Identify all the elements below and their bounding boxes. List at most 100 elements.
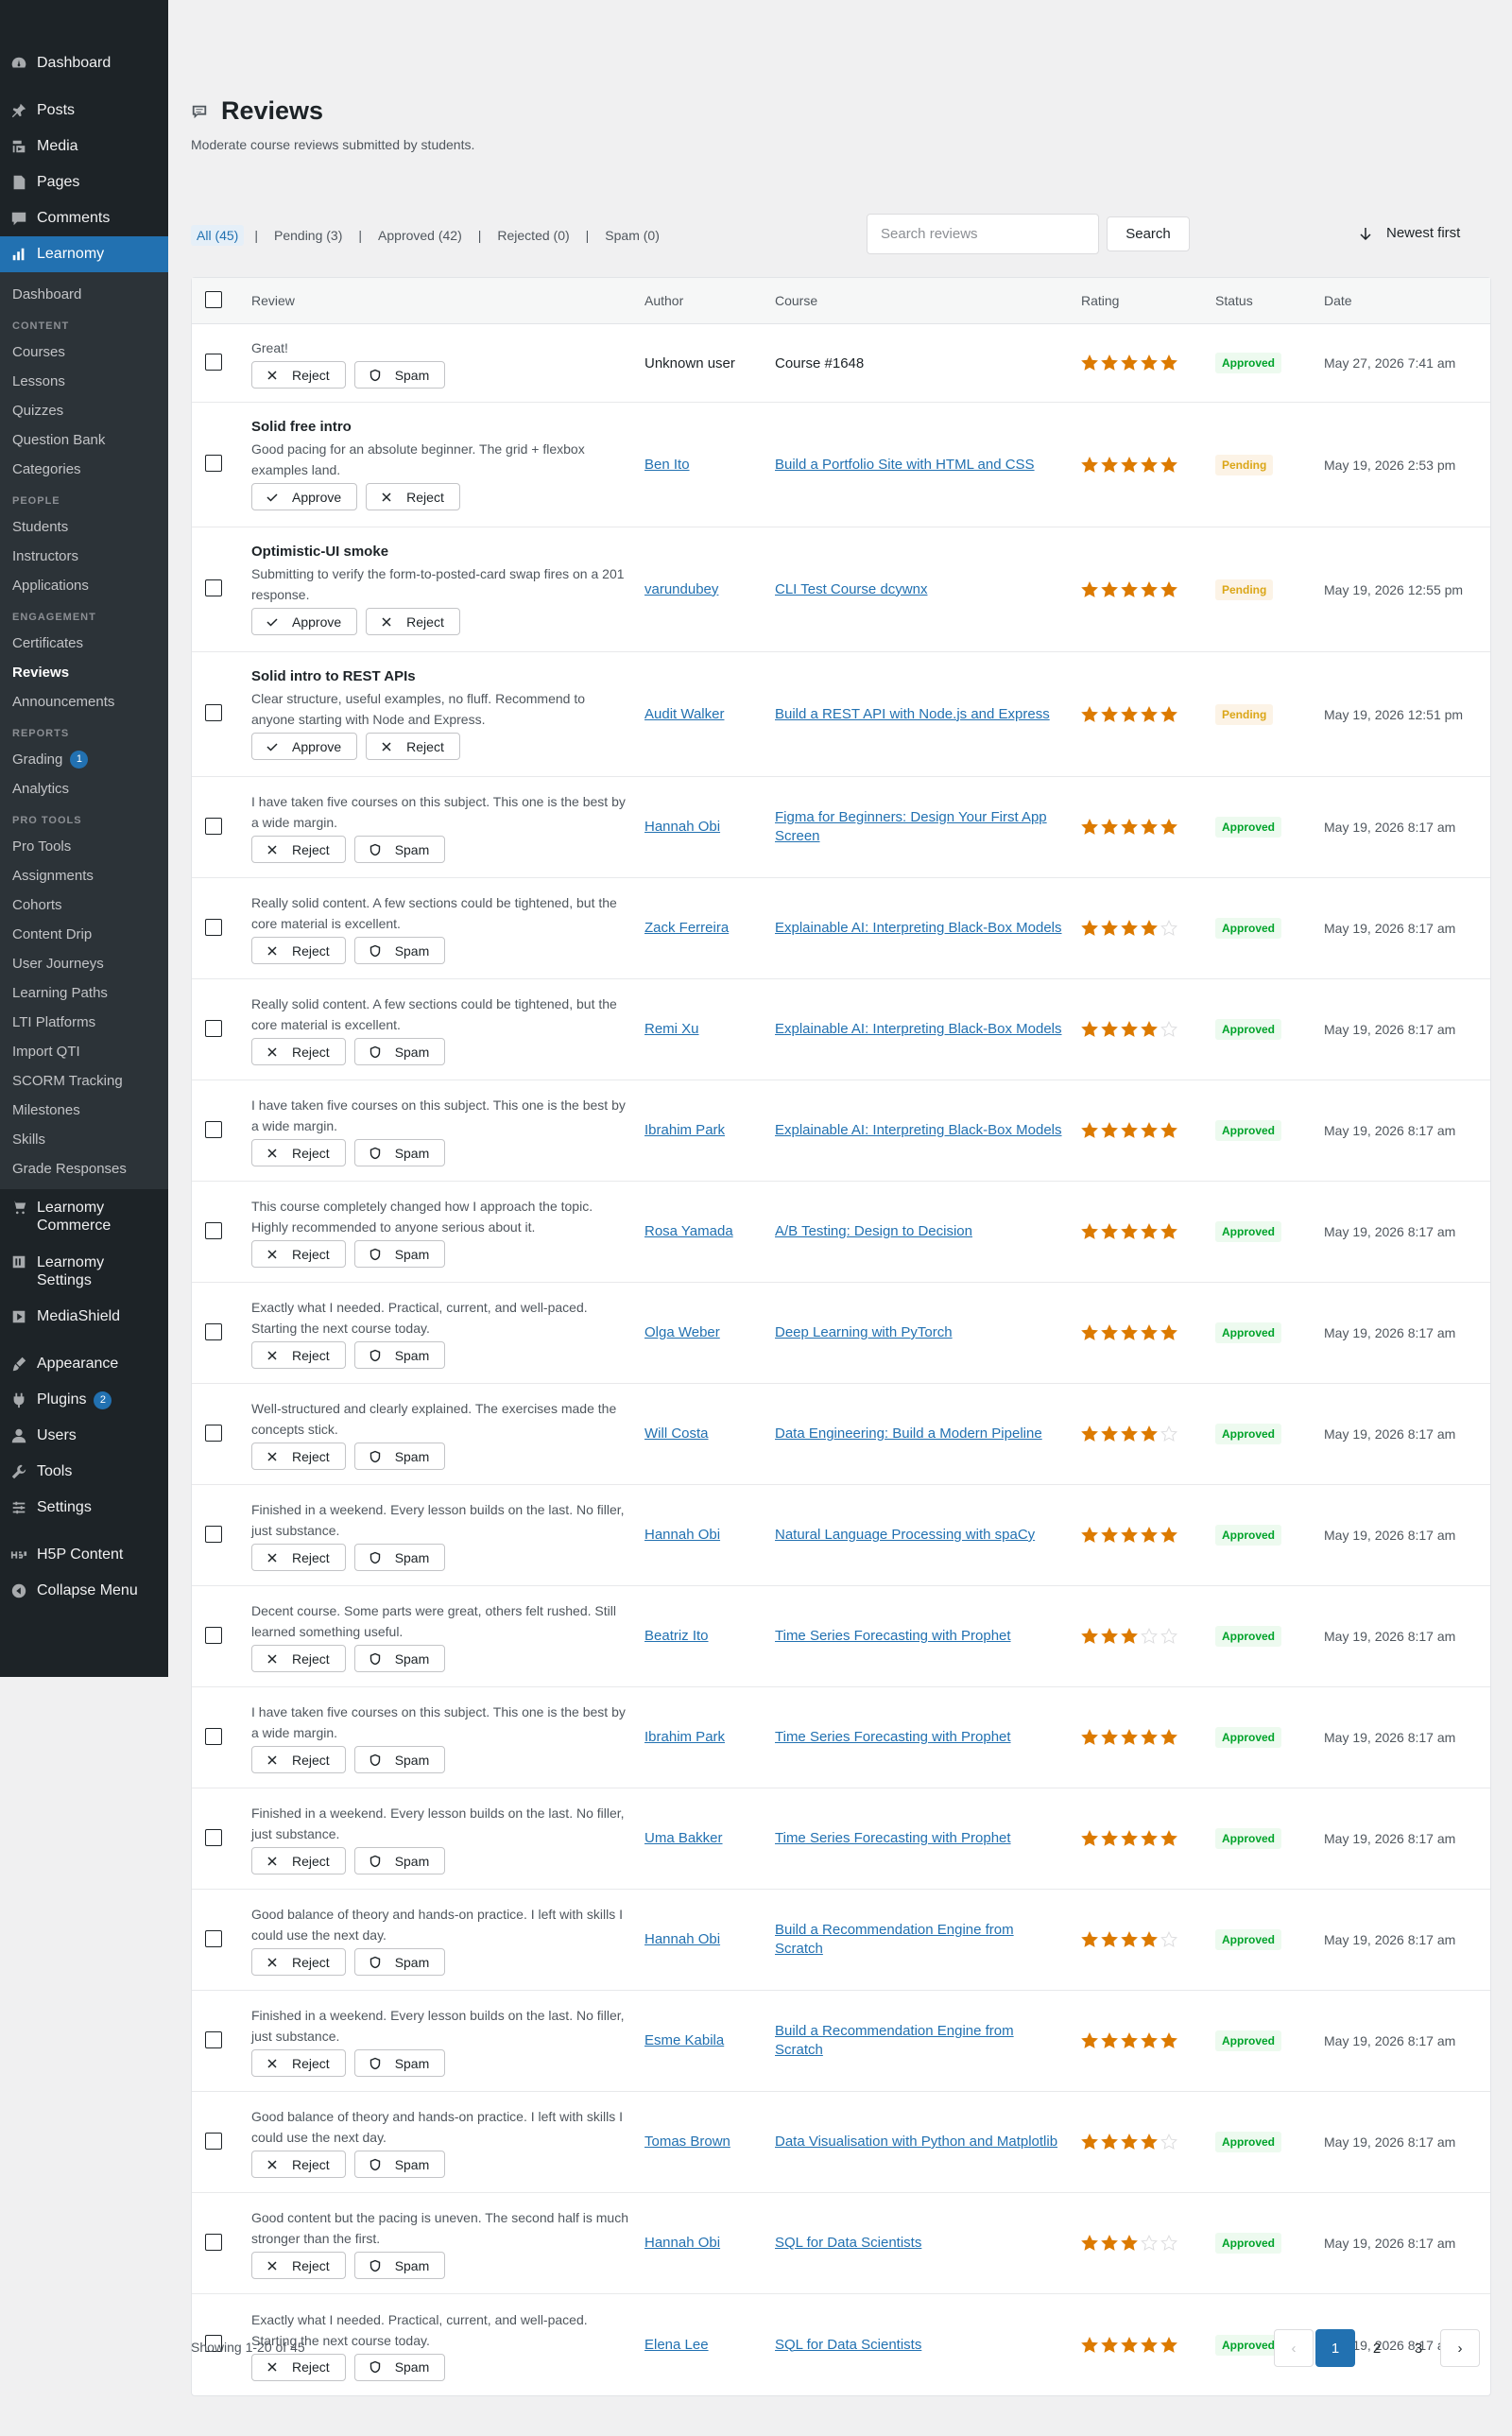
author-link[interactable]: Esme Kabila <box>644 2032 724 2048</box>
spam-button[interactable]: Spam <box>353 2151 446 2178</box>
spam-button[interactable]: Spam <box>353 361 446 389</box>
author-link[interactable]: Hannah Obi <box>644 1527 720 1543</box>
submenu-dashboard[interactable]: Dashboard <box>0 280 168 309</box>
row-checkbox[interactable] <box>205 1525 222 1543</box>
collapse-menu-button[interactable]: Collapse Menu <box>0 1573 168 1609</box>
submenu-courses[interactable]: Courses <box>0 337 168 367</box>
course-link[interactable]: Build a Portfolio Site with HTML and CSS <box>775 457 1035 473</box>
page-button-3[interactable]: 3 <box>1399 2329 1438 2367</box>
filter-all[interactable]: All (45) <box>191 225 245 246</box>
menu-tools[interactable]: Tools <box>0 1454 168 1490</box>
submenu-categories[interactable]: Categories <box>0 455 168 484</box>
reject-button[interactable]: Reject <box>366 608 460 635</box>
author-link[interactable]: Ibrahim Park <box>644 1122 725 1138</box>
submenu-applications[interactable]: Applications <box>0 571 168 600</box>
submenu-cohorts[interactable]: Cohorts <box>0 890 168 920</box>
spam-button[interactable]: Spam <box>353 1746 446 1773</box>
submenu-learning-paths[interactable]: Learning Paths <box>0 978 168 1008</box>
reject-button[interactable]: Reject <box>251 2151 346 2178</box>
spam-button[interactable]: Spam <box>353 1038 446 1065</box>
page-button-1[interactable]: 1 <box>1315 2329 1355 2367</box>
author-link[interactable]: Ben Ito <box>644 457 690 473</box>
reject-button[interactable]: Reject <box>251 1948 346 1976</box>
spam-button[interactable]: Spam <box>353 1139 446 1166</box>
submenu-assignments[interactable]: Assignments <box>0 861 168 890</box>
submenu-grading[interactable]: Grading 1 <box>0 745 168 774</box>
menu-dashboard[interactable]: Dashboard <box>0 45 168 81</box>
author-link[interactable]: Hannah Obi <box>644 1931 720 1947</box>
spam-button[interactable]: Spam <box>353 1341 446 1369</box>
menu-learnomy[interactable]: Learnomy <box>0 236 168 272</box>
author-link[interactable]: Will Costa <box>644 1425 709 1442</box>
filter-pending[interactable]: Pending (3) <box>268 225 348 246</box>
author-link[interactable]: Uma Bakker <box>644 1830 723 1846</box>
menu-posts[interactable]: Posts <box>0 93 168 129</box>
menu-pages[interactable]: Pages <box>0 164 168 200</box>
row-checkbox[interactable] <box>205 455 222 472</box>
reject-button[interactable]: Reject <box>251 836 346 863</box>
row-checkbox[interactable] <box>205 817 222 835</box>
spam-button[interactable]: Spam <box>353 1544 446 1571</box>
row-checkbox[interactable] <box>205 1221 222 1239</box>
menu-plugins[interactable]: Plugins 2 <box>0 1382 168 1418</box>
reject-button[interactable]: Reject <box>251 1544 346 1571</box>
row-checkbox[interactable] <box>205 1929 222 1947</box>
row-checkbox[interactable] <box>205 1626 222 1644</box>
sort-dropdown[interactable]: Newest first <box>1359 225 1460 241</box>
approve-button[interactable]: Approve <box>251 483 358 510</box>
course-link[interactable]: A/B Testing: Design to Decision <box>775 1223 972 1239</box>
submenu-students[interactable]: Students <box>0 512 168 542</box>
course-link[interactable]: Explainable AI: Interpreting Black-Box M… <box>775 920 1062 936</box>
course-link[interactable]: Explainable AI: Interpreting Black-Box M… <box>775 1021 1062 1037</box>
reject-button[interactable]: Reject <box>251 1746 346 1773</box>
row-checkbox[interactable] <box>205 1120 222 1138</box>
menu-media[interactable]: Media <box>0 129 168 164</box>
submenu-reviews[interactable]: Reviews <box>0 658 168 687</box>
row-checkbox[interactable] <box>205 2030 222 2048</box>
reject-button[interactable]: Reject <box>251 1038 346 1065</box>
menu-learnomy-commerce[interactable]: Learnomy Commerce <box>0 1189 168 1244</box>
row-checkbox[interactable] <box>205 2132 222 2150</box>
author-link[interactable]: Zack Ferreira <box>644 920 729 936</box>
row-checkbox[interactable] <box>205 2233 222 2251</box>
filter-rejected[interactable]: Rejected (0) <box>491 225 575 246</box>
select-all-checkbox[interactable] <box>205 290 222 308</box>
menu-learnomy-settings[interactable]: Learnomy Settings <box>0 1244 168 1299</box>
spam-button[interactable]: Spam <box>353 1240 446 1268</box>
row-checkbox[interactable] <box>205 353 222 371</box>
reject-button[interactable]: Reject <box>251 2353 346 2381</box>
submenu-scorm-tracking[interactable]: SCORM Tracking <box>0 1066 168 1096</box>
course-link[interactable]: CLI Test Course dcywnx <box>775 581 927 597</box>
submenu-quizzes[interactable]: Quizzes <box>0 396 168 425</box>
submenu-certificates[interactable]: Certificates <box>0 629 168 658</box>
menu-mediashield[interactable]: MediaShield <box>0 1299 168 1335</box>
course-link[interactable]: Data Engineering: Build a Modern Pipelin… <box>775 1425 1042 1442</box>
spam-button[interactable]: Spam <box>353 2353 446 2381</box>
author-link[interactable]: Elena Lee <box>644 2337 709 2353</box>
reject-button[interactable]: Reject <box>251 2252 346 2279</box>
menu-appearance[interactable]: Appearance <box>0 1346 168 1382</box>
reject-button[interactable]: Reject <box>251 1341 346 1369</box>
course-link[interactable]: Time Series Forecasting with Prophet <box>775 1628 1011 1644</box>
spam-button[interactable]: Spam <box>353 1847 446 1875</box>
row-checkbox[interactable] <box>205 1424 222 1442</box>
submenu-instructors[interactable]: Instructors <box>0 542 168 571</box>
reject-button[interactable]: Reject <box>251 1139 346 1166</box>
menu-settings[interactable]: Settings <box>0 1490 168 1526</box>
reject-button[interactable]: Reject <box>366 483 460 510</box>
next-page-button[interactable]: › <box>1440 2329 1480 2367</box>
reject-button[interactable]: Reject <box>251 2049 346 2077</box>
spam-button[interactable]: Spam <box>353 2049 446 2077</box>
course-link[interactable]: SQL for Data Scientists <box>775 2337 921 2353</box>
submenu-lti-platforms[interactable]: LTI Platforms <box>0 1008 168 1037</box>
row-checkbox[interactable] <box>205 579 222 596</box>
row-checkbox[interactable] <box>205 1828 222 1846</box>
row-checkbox[interactable] <box>205 1727 222 1745</box>
filter-spam[interactable]: Spam (0) <box>599 225 665 246</box>
approve-button[interactable]: Approve <box>251 608 358 635</box>
author-link[interactable]: Remi Xu <box>644 1021 699 1037</box>
submenu-import-qti[interactable]: Import QTI <box>0 1037 168 1066</box>
spam-button[interactable]: Spam <box>353 937 446 964</box>
course-link[interactable]: Figma for Beginners: Design Your First A… <box>775 809 1047 844</box>
submenu-content-drip[interactable]: Content Drip <box>0 920 168 949</box>
